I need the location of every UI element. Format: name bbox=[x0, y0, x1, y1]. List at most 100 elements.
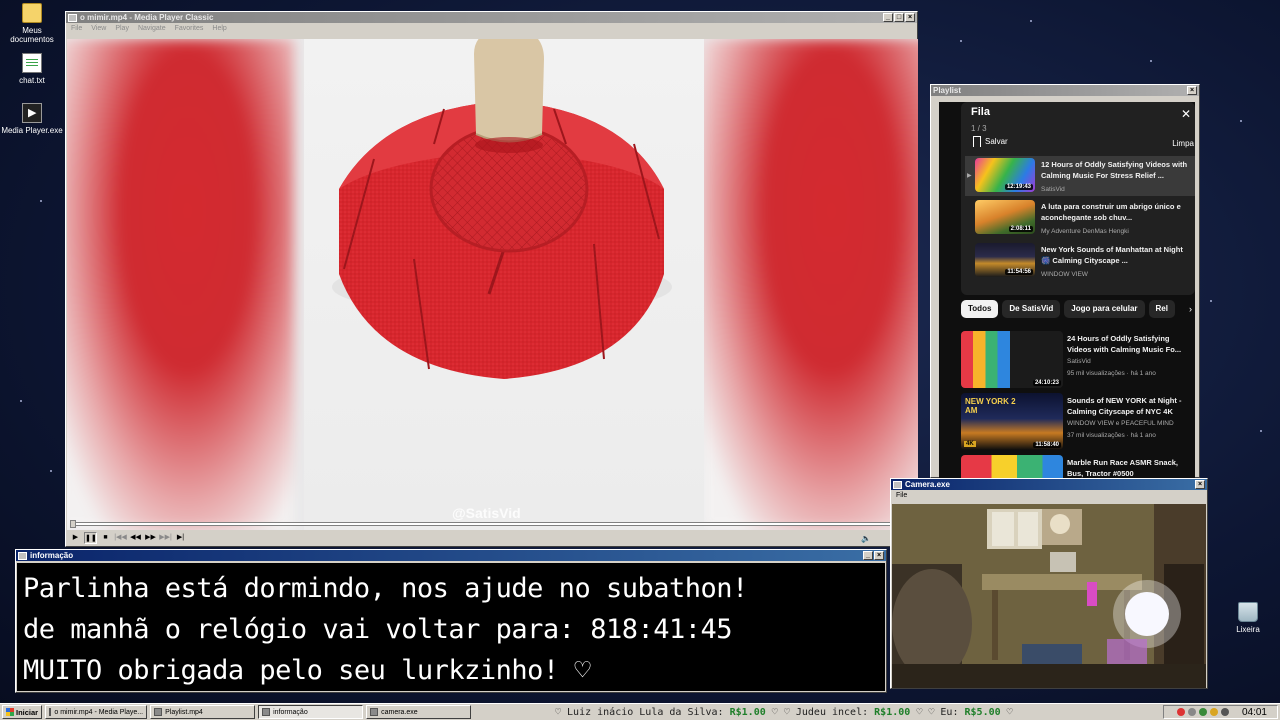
menu-navigate[interactable]: Navigate bbox=[138, 25, 166, 32]
video-thumbnail bbox=[961, 455, 1063, 478]
frame-step-icon[interactable]: ▶| bbox=[174, 532, 187, 544]
video-duration: 24:10:23 bbox=[1032, 380, 1061, 386]
video-frame: @SatisVid bbox=[304, 39, 704, 530]
media-player-titlebar[interactable]: o mimir.mp4 - Media Player Classic _ □ × bbox=[66, 12, 917, 23]
tray-volume-icon[interactable] bbox=[1220, 708, 1229, 716]
playlist-window[interactable]: Playlist × Fila 1 / 3 ✕ Salvar Limpa ▶ 1… bbox=[930, 84, 1200, 478]
camera-window[interactable]: Camera.exe × File bbox=[890, 478, 1208, 689]
video-channel: WINDOW VIEW e PEACEFUL MIND bbox=[1067, 420, 1174, 427]
chip-rel[interactable]: Rel bbox=[1148, 300, 1175, 318]
related-item[interactable]: 24:10:23 24 Hours of Oddly Satisfying Vi… bbox=[961, 331, 1195, 391]
donor-name: ♡ Eu: bbox=[928, 707, 959, 718]
thumbnail-text: NEW YORK 2 AM bbox=[965, 397, 1016, 415]
menu-play[interactable]: Play bbox=[115, 25, 129, 32]
minimize-button[interactable]: _ bbox=[883, 13, 893, 22]
media-player-icon bbox=[154, 708, 163, 716]
video-duration: 2:08:11 bbox=[1008, 226, 1033, 232]
skip-back-icon[interactable]: |◀◀ bbox=[114, 532, 127, 544]
queue-item[interactable]: 2:08:11 A luta para construir um abrigo … bbox=[965, 198, 1195, 238]
queue-item[interactable]: ▶ 12:19:43 12 Hours of Oddly Satisfying … bbox=[965, 156, 1195, 196]
save-button[interactable]: Salvar bbox=[973, 136, 1008, 147]
volume-icon[interactable]: 🔈 bbox=[861, 534, 871, 543]
video-title: 12 Hours of Oddly Satisfying Videos with… bbox=[1041, 160, 1188, 180]
close-button[interactable]: × bbox=[905, 13, 915, 22]
donation-amount: R$1.00 bbox=[874, 707, 911, 718]
video-title: New York Sounds of Manhattan at Night 🎆 … bbox=[1041, 245, 1183, 265]
menu-file[interactable]: File bbox=[896, 492, 907, 499]
tray-network-icon[interactable] bbox=[1187, 708, 1196, 716]
window-title: Camera.exe bbox=[905, 480, 950, 489]
camera-titlebar[interactable]: Camera.exe × bbox=[891, 479, 1207, 490]
queue-item[interactable]: 11:54:56 New York Sounds of Manhattan at… bbox=[965, 241, 1195, 281]
start-button[interactable]: Iniciar bbox=[2, 705, 43, 719]
playlist-titlebar[interactable]: Playlist × bbox=[931, 85, 1199, 96]
close-icon[interactable]: ✕ bbox=[1181, 107, 1191, 121]
bookmark-icon bbox=[973, 136, 981, 147]
video-duration: 11:58:40 bbox=[1033, 442, 1061, 448]
close-button[interactable]: × bbox=[1187, 86, 1197, 95]
pause-icon[interactable]: ❚❚ bbox=[84, 532, 97, 544]
media-player-icon bbox=[22, 103, 42, 123]
chip-de-satisvid[interactable]: De SatisVid bbox=[1002, 300, 1061, 318]
info-titlebar[interactable]: informação _ × bbox=[16, 550, 886, 561]
play-icon[interactable]: ▶ bbox=[69, 532, 82, 544]
tray-app-icon[interactable] bbox=[1209, 708, 1218, 716]
donor-name: ♡ Judeu incel: bbox=[783, 707, 869, 718]
related-item[interactable]: NEW YORK 2 AM 4K 11:58:40 Sounds of NEW … bbox=[961, 393, 1195, 453]
info-text-area: Parlinha está dormindo, nos ajude no sub… bbox=[17, 563, 885, 691]
donor-name: ♡ Luiz inácio Lula da Silva: bbox=[555, 707, 724, 718]
close-button[interactable]: × bbox=[1195, 480, 1205, 489]
menu-view[interactable]: View bbox=[91, 25, 106, 32]
taskbar-item-playlist[interactable]: Playlist.mp4 bbox=[150, 705, 256, 719]
related-item[interactable]: Marble Run Race ASMR Snack, Bus, Tractor… bbox=[961, 455, 1195, 478]
video-channel: My Adventure DenMas Hengki bbox=[1041, 228, 1129, 235]
info-app-icon bbox=[262, 708, 271, 716]
save-label: Salvar bbox=[985, 137, 1008, 146]
clock[interactable]: 04:01 bbox=[1242, 707, 1267, 718]
camera-app-icon bbox=[893, 480, 902, 489]
chevron-right-icon[interactable]: › bbox=[1189, 304, 1192, 314]
task-label: camera.exe bbox=[381, 708, 418, 716]
youtube-panel: Fila 1 / 3 ✕ Salvar Limpa ▶ 12:19:43 12 … bbox=[939, 102, 1195, 478]
desktop-icon-documents[interactable]: Meus documentos bbox=[0, 3, 64, 44]
taskbar-item-media-player[interactable]: o mimir.mp4 - Media Playe... bbox=[45, 705, 148, 719]
taskbar-item-info[interactable]: informação bbox=[258, 705, 364, 719]
stop-icon[interactable]: ■ bbox=[99, 532, 112, 544]
ticker-heart: ♡ bbox=[916, 707, 923, 718]
taskbar-item-camera[interactable]: camera.exe bbox=[366, 705, 472, 719]
desktop-icon-chat[interactable]: chat.txt bbox=[0, 53, 64, 85]
rewind-icon[interactable]: ◀◀ bbox=[129, 532, 142, 544]
video-meta: 95 mil visualizações · há 1 ano bbox=[1067, 370, 1156, 377]
maximize-button[interactable]: □ bbox=[894, 13, 904, 22]
video-duration: 12:19:43 bbox=[1004, 184, 1033, 190]
skip-forward-icon[interactable]: ▶▶| bbox=[159, 532, 172, 544]
media-player-window[interactable]: o mimir.mp4 - Media Player Classic _ □ ×… bbox=[65, 11, 918, 547]
task-label: informação bbox=[273, 708, 308, 716]
chip-todos[interactable]: Todos bbox=[961, 300, 999, 318]
desktop-icon-media-player[interactable]: Media Player.exe bbox=[0, 103, 64, 135]
close-button[interactable]: × bbox=[874, 551, 884, 560]
queue-panel: Fila 1 / 3 ✕ Salvar Limpa ▶ 12:19:43 12 … bbox=[961, 102, 1195, 295]
menu-favorites[interactable]: Favorites bbox=[175, 25, 204, 32]
webcam-room-image bbox=[892, 504, 1206, 688]
seek-thumb[interactable] bbox=[70, 520, 76, 528]
donation-amount: R$1.00 bbox=[729, 707, 766, 718]
queue-count: 1 / 3 bbox=[971, 124, 987, 133]
desktop-icon-recycle-bin[interactable]: Lixeira bbox=[1216, 602, 1280, 634]
seek-bar[interactable] bbox=[71, 522, 912, 526]
menu-help[interactable]: Help bbox=[212, 25, 226, 32]
fast-forward-icon[interactable]: ▶▶ bbox=[144, 532, 157, 544]
donation-amount: R$5.00 bbox=[964, 707, 1001, 718]
clear-button[interactable]: Limpa bbox=[1172, 139, 1194, 148]
menu-file[interactable]: File bbox=[71, 25, 82, 32]
video-area[interactable]: @SatisVid bbox=[67, 39, 918, 530]
info-window[interactable]: informação _ × Parlinha está dormindo, n… bbox=[15, 549, 887, 693]
chip-jogo-para-celular[interactable]: Jogo para celular bbox=[1064, 300, 1145, 318]
recycle-bin-icon bbox=[1238, 602, 1258, 622]
video-channel: SatisVid bbox=[1041, 186, 1065, 193]
media-player-icon bbox=[68, 13, 77, 22]
tray-shield-icon[interactable] bbox=[1176, 708, 1185, 716]
minimize-button[interactable]: _ bbox=[863, 551, 873, 560]
tray-app-icon[interactable] bbox=[1198, 708, 1207, 716]
video-thumbnail: 12:19:43 bbox=[975, 158, 1035, 192]
